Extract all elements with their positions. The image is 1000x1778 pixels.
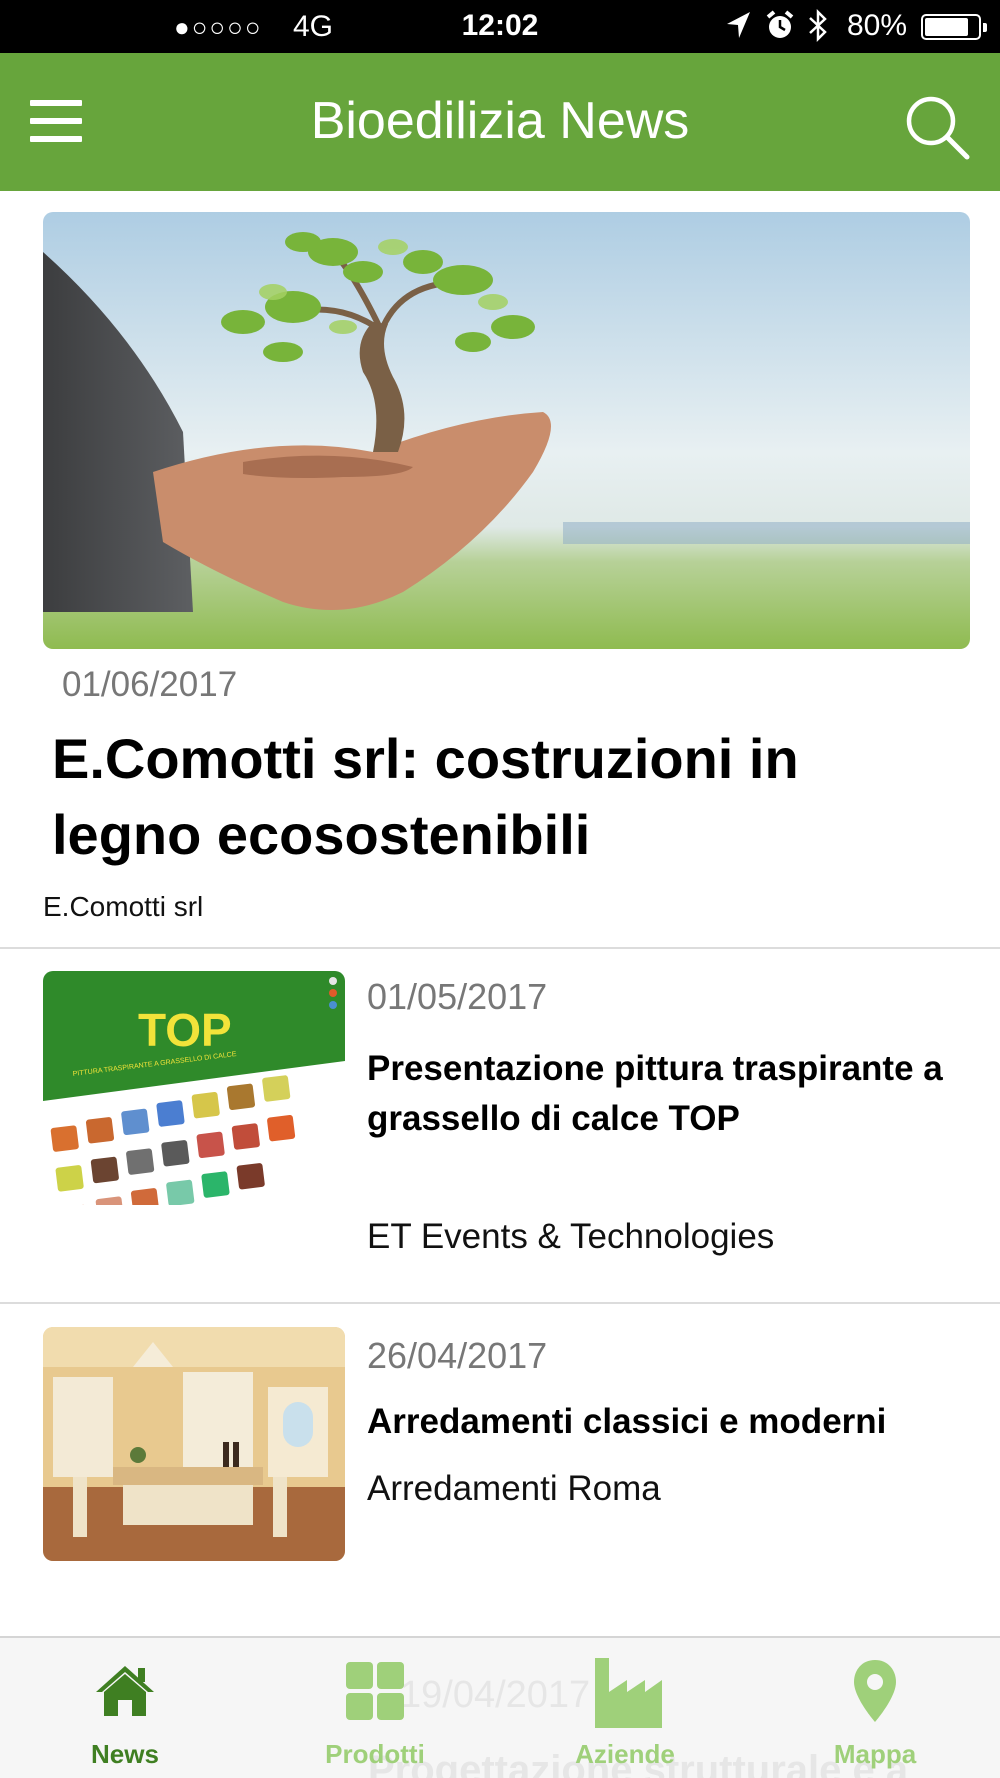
- article-headline[interactable]: Arredamenti classici e moderni: [367, 1397, 977, 1447]
- featured-image: [43, 212, 970, 649]
- thumb-title: TOP: [138, 1004, 232, 1056]
- tab-news[interactable]: News: [0, 1638, 250, 1778]
- tab-prodotti[interactable]: Prodotti: [250, 1638, 500, 1778]
- tab-label: Aziende: [575, 1739, 675, 1769]
- app-header: Bioedilizia News: [0, 53, 1000, 191]
- location-arrow-icon: [724, 8, 752, 50]
- article-source: E.Comotti srl: [43, 891, 204, 922]
- battery-icon: [921, 14, 987, 40]
- bluetooth-icon: [805, 8, 831, 52]
- status-bar: ●○○○○ 4G 12:02 80%: [0, 0, 1000, 53]
- article-date: 01/05/2017: [367, 976, 548, 1017]
- search-icon[interactable]: [903, 93, 973, 163]
- alarm-clock-icon: [764, 8, 796, 50]
- map-pin-icon: [842, 1658, 908, 1724]
- tab-label: News: [91, 1739, 159, 1769]
- grid-icon: [342, 1658, 408, 1724]
- article-date: 01/06/2017: [62, 665, 238, 704]
- tab-label: Prodotti: [325, 1739, 425, 1769]
- article-thumbnail: [43, 1327, 345, 1561]
- home-icon: [92, 1658, 158, 1724]
- list-item[interactable]: TOP PITTURA TRASPIRANTE A GRASSELLO DI C…: [0, 949, 1000, 1304]
- article-date: 26/04/2017: [367, 1335, 548, 1376]
- tab-label: Mappa: [833, 1739, 917, 1769]
- app-title: Bioedilizia News: [310, 92, 690, 150]
- article-source: Arredamenti Roma: [367, 1469, 661, 1508]
- factory-icon: [592, 1658, 662, 1728]
- battery-percentage: 80%: [847, 9, 908, 42]
- article-headline[interactable]: Presentazione pittura traspirante a gras…: [367, 1044, 977, 1144]
- featured-article[interactable]: 01/06/2017 E.Comotti srl: costruzioni in…: [0, 191, 1000, 949]
- article-thumbnail: TOP PITTURA TRASPIRANTE A GRASSELLO DI C…: [43, 971, 345, 1205]
- tab-bar: 19/04/2017 Progettazione strutturale e a…: [0, 1636, 1000, 1778]
- list-item[interactable]: 26/04/2017 Arredamenti classici e modern…: [0, 1306, 1000, 1636]
- tab-aziende[interactable]: Aziende: [500, 1638, 750, 1778]
- article-source: ET Events & Technologies: [367, 1217, 775, 1256]
- article-headline[interactable]: E.Comotti srl: costruzioni in legno ecos…: [52, 721, 952, 873]
- tab-mappa[interactable]: Mappa: [750, 1638, 1000, 1778]
